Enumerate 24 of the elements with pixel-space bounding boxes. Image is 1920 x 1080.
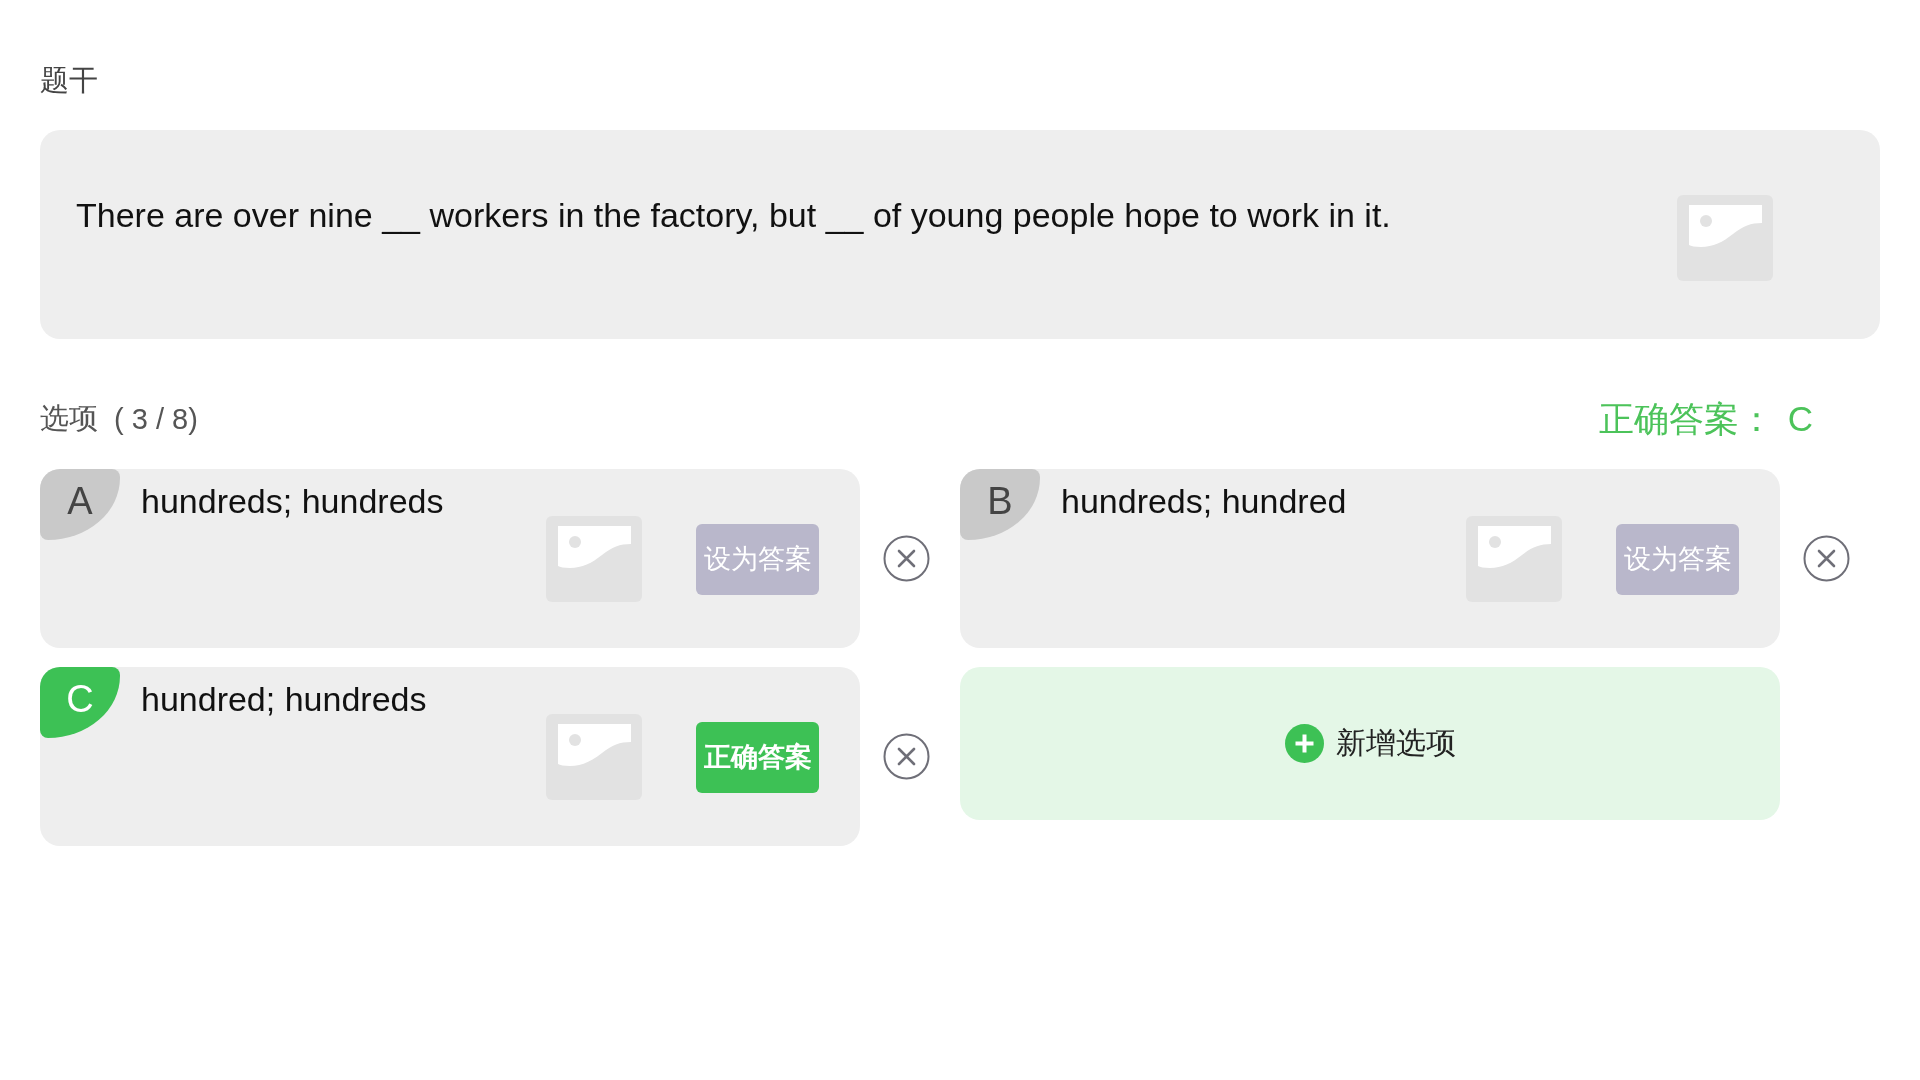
plus-icon [1284, 724, 1324, 763]
image-icon[interactable] [546, 516, 642, 602]
set-answer-button[interactable]: 设为答案 [696, 523, 819, 595]
close-icon[interactable] [1803, 535, 1850, 582]
close-icon[interactable] [883, 535, 930, 582]
letter-badge: C [40, 667, 120, 738]
option-count: ( 3 / 8) [114, 402, 198, 436]
set-answer-button[interactable]: 正确答案 [696, 721, 819, 793]
section-label: 选项 [40, 401, 98, 436]
image-icon[interactable] [1466, 516, 1562, 602]
image-icon[interactable] [546, 714, 642, 800]
correct-answer-value: C [1787, 399, 1813, 439]
image-icon[interactable] [1677, 195, 1773, 281]
close-icon[interactable] [883, 733, 930, 780]
letter-badge: B [960, 469, 1040, 540]
correct-answer-label: 正确答案： [1598, 397, 1774, 440]
option-text: hundreds; hundreds [141, 481, 444, 521]
option-text: hundred; hundreds [141, 679, 427, 719]
section-label: 题干 [40, 63, 98, 98]
question-text: There are over nine __ workers in the factory, but __ of young people hope to work in it. [76, 195, 1391, 235]
add-option-button[interactable]: 新增选项 [960, 667, 1780, 820]
set-answer-button[interactable]: 设为答案 [1616, 523, 1739, 595]
letter-badge: A [40, 469, 120, 540]
option-text: hundreds; hundred [1061, 481, 1347, 521]
